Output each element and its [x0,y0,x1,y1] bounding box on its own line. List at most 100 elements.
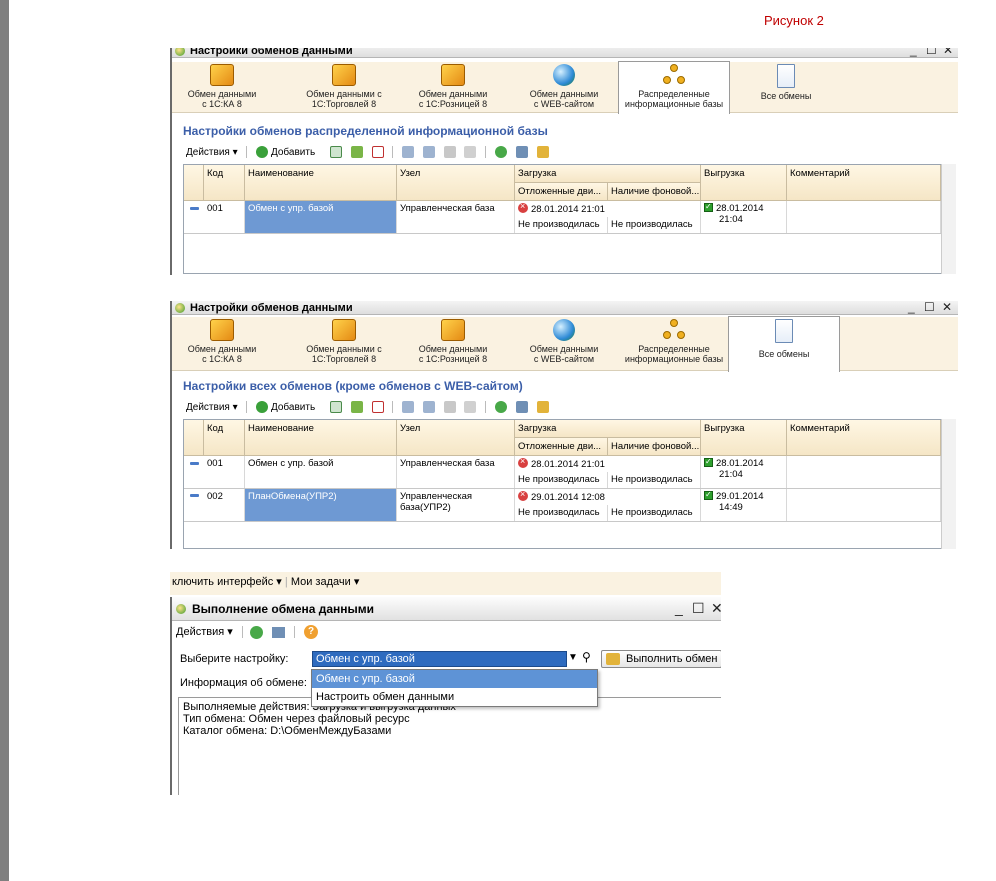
column-header-load-deferred[interactable]: Отложенные дви... [515,438,608,456]
column-header-name[interactable]: Наименование [245,420,397,456]
maximize-button[interactable]: ☐ [924,301,935,314]
exchange-run-icon[interactable] [536,146,549,158]
tab-all[interactable]: Все обмены [730,62,842,113]
column-header-load[interactable]: Загрузка [515,165,701,183]
tab-label: Обмен данными с [306,344,382,354]
minimize-button[interactable]: _ [910,48,917,57]
delete-icon[interactable] [371,146,384,158]
cell-unload: 28.01.201421:04 [701,456,787,488]
filter-value-icon[interactable] [422,146,435,158]
search-icon[interactable]: ⚲ [582,650,591,664]
monitor-icon[interactable] [515,146,528,158]
tab-label: Обмен данными с [306,89,382,99]
close-button[interactable]: ✕ [942,301,952,314]
minimize-button[interactable]: _ [675,597,683,620]
tab-trade8[interactable]: Обмен данными с 1С:Торговлей 8 [290,62,398,113]
refresh-icon[interactable] [494,401,507,413]
add-button[interactable]: Добавить [271,147,315,158]
load-date: 28.01.2014 21:01 [531,204,605,215]
tab-ka8[interactable]: Обмен данными с 1С:КА 8 [178,62,266,113]
column-header-unload[interactable]: Выгрузка [701,420,787,456]
column-header-marker[interactable] [184,420,204,456]
column-header-marker[interactable] [184,165,204,201]
grid-scrollbar[interactable] [941,419,956,549]
edit-icon[interactable] [350,146,363,158]
close-button[interactable]: ✕ [943,48,953,57]
actions-menu[interactable]: Действия ▾ [176,626,233,638]
tab-web[interactable]: Обмен данными с WEB-сайтом [519,317,609,368]
filter-icon[interactable] [402,146,415,158]
cell-name: Обмен с упр. базой [245,201,397,233]
column-header-load-bg[interactable]: Наличие фоновой... [608,183,701,201]
add-button[interactable]: Добавить [271,402,315,413]
column-header-unload[interactable]: Выгрузка [701,165,787,201]
tab-distributed[interactable]: Распределенные информационные базы [618,61,730,114]
info-textarea[interactable]: Выполняемые действия: Загрузка и выгрузк… [178,697,721,795]
actions-menu[interactable]: Действия ▾ [186,147,238,158]
grid-toolbar: Действия ▾ Добавить [186,146,549,162]
column-header-code[interactable]: Код [204,165,245,201]
tab-web[interactable]: Обмен данными с WEB-сайтом [519,62,609,113]
copy-icon[interactable] [329,401,342,413]
column-header-comment[interactable]: Комментарий [787,420,941,456]
close-button[interactable]: ✕ [711,597,721,620]
tab-retail8[interactable]: Обмен данными с 1С:Розницей 8 [408,317,498,368]
cell-code: 001 [204,201,245,233]
distributed-base-icon [662,319,686,341]
section-title: Настройки обменов распределенной информа… [183,124,548,138]
dropdown-option[interactable]: Обмен с упр. базой [312,670,597,688]
filter-off-icon[interactable] [464,146,477,158]
column-header-node[interactable]: Узел [397,420,515,456]
column-header-load-bg[interactable]: Наличие фоновой... [608,438,701,456]
tab-label: информационные базы [624,99,724,109]
column-header-load-deferred[interactable]: Отложенные дви... [515,183,608,201]
filter-value-icon[interactable] [422,401,435,413]
refresh-icon[interactable] [494,146,507,158]
chevron-down-icon[interactable]: ▾ [354,576,360,588]
separator [392,401,394,413]
setting-select[interactable]: Обмен с упр. базой [312,651,567,667]
minimize-button[interactable]: _ [908,301,915,314]
cell-comment [787,456,941,488]
exchange-icon [210,319,234,341]
refresh-icon[interactable] [249,625,263,639]
tab-all[interactable]: Все обмены [728,316,840,372]
delete-icon[interactable] [371,401,384,413]
tab-trade8[interactable]: Обмен данными с 1С:Торговлей 8 [290,317,398,368]
separator [246,146,248,158]
help-icon[interactable]: ? [304,625,319,640]
maximize-button[interactable]: ☐ [692,597,705,620]
column-header-name[interactable]: Наименование [245,165,397,201]
load-date: 29.01.2014 12:08 [531,492,605,503]
edit-icon[interactable] [350,401,363,413]
tab-ka8[interactable]: Обмен данными с 1С:КА 8 [178,317,266,368]
grid-scrollbar[interactable] [941,164,956,274]
filter-off-icon[interactable] [464,401,477,413]
tab-distributed[interactable]: Распределенные информационные базы [618,317,730,368]
filter-list-icon[interactable] [443,146,456,158]
exchange-run-icon[interactable] [536,401,549,413]
tab-retail8[interactable]: Обмен данными с 1С:Розницей 8 [408,62,498,113]
maximize-button[interactable]: ☐ [926,48,937,57]
monitor-icon[interactable] [271,626,285,638]
tab-label: Обмен данными [418,344,488,354]
tab-label: с 1С:Розницей 8 [418,354,488,364]
separator [392,146,394,158]
menu-switch-interface[interactable]: ключить интерфейс ▾ [172,576,282,588]
filter-list-icon[interactable] [443,401,456,413]
cell-load-status2: Не производилась [608,217,701,233]
monitor-icon[interactable] [515,401,528,413]
filter-icon[interactable] [402,401,415,413]
column-header-comment[interactable]: Комментарий [787,165,941,201]
actions-menu[interactable]: Действия ▾ [186,402,238,413]
menu-my-tasks[interactable]: Мои задачи [291,576,351,588]
dropdown-option[interactable]: Настроить обмен данными [312,688,597,706]
column-header-load[interactable]: Загрузка [515,420,701,438]
column-header-code[interactable]: Код [204,420,245,456]
cell-comment [787,201,941,233]
dropdown-arrow-icon[interactable]: ▼ [568,652,578,663]
column-header-node[interactable]: Узел [397,165,515,201]
cell-load-status1: Не производилась [515,472,608,488]
run-exchange-button[interactable]: Выполнить обмен [601,650,721,668]
copy-icon[interactable] [329,146,342,158]
